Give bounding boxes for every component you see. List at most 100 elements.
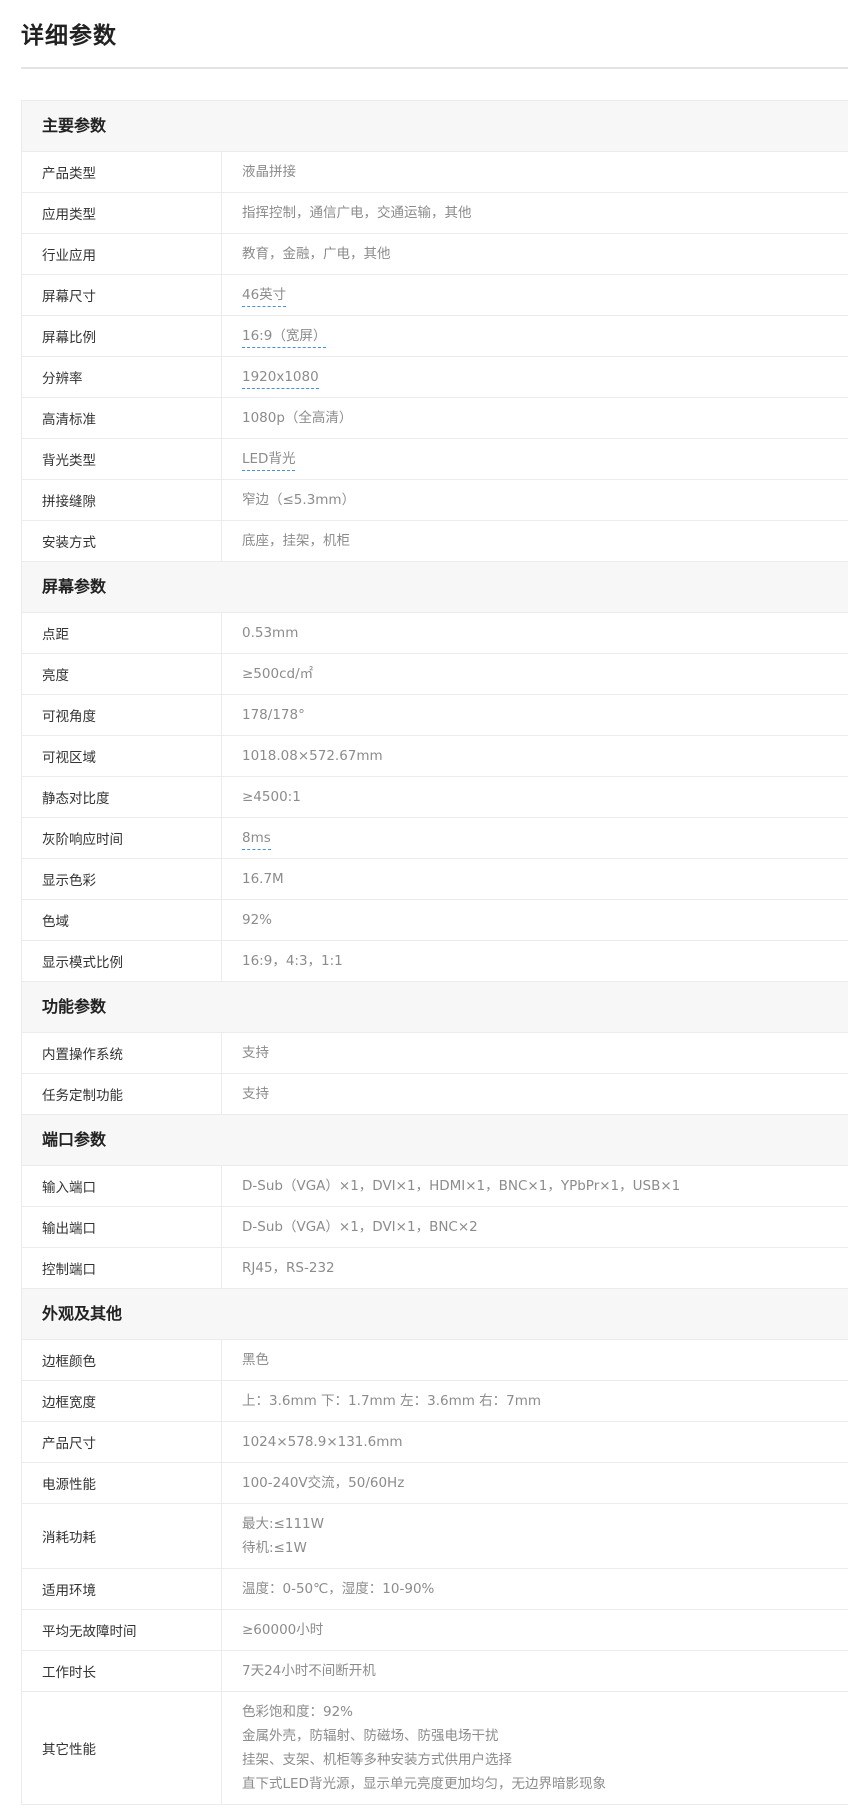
spec-value-line: 最大:≤111W xyxy=(242,1516,324,1532)
spec-row: 可视角度 178/178° xyxy=(22,695,848,736)
spec-value-line: ≥60000小时 xyxy=(242,1622,324,1638)
spec-row: 屏幕尺寸 46英寸 xyxy=(22,275,848,316)
spec-row: 背光类型 LED背光 xyxy=(22,439,848,480)
spec-row: 高清标准 1080p（全高清） xyxy=(22,398,848,439)
spec-value: 178/178° xyxy=(222,695,848,735)
spec-table: 主要参数 产品类型 液晶拼接应用类型 指挥控制，通信广电，交通运输，其他行业应用 教育，… xyxy=(21,100,848,1805)
spec-row: 电源性能 100-240V交流，50/60Hz xyxy=(22,1463,848,1504)
spec-row: 边框颜色 黑色 xyxy=(22,1340,848,1381)
spec-label: 输出端口 xyxy=(22,1207,222,1247)
spec-row: 产品尺寸 1024×578.9×131.6mm xyxy=(22,1422,848,1463)
spec-value-line: 液晶拼接 xyxy=(242,164,296,180)
spec-label: 显示模式比例 xyxy=(22,941,222,981)
spec-value: 底座，挂架，机柜 xyxy=(222,521,848,561)
spec-row: 适用环境 温度：0-50℃，湿度：10-90% xyxy=(22,1569,848,1610)
spec-value: ≥4500:1 xyxy=(222,777,848,817)
spec-row: 色域 92% xyxy=(22,900,848,941)
spec-value: 1920x1080 xyxy=(222,357,848,397)
spec-label: 色域 xyxy=(22,900,222,940)
spec-label: 亮度 xyxy=(22,654,222,694)
spec-value-line: 1018.08×572.67mm xyxy=(242,748,383,764)
spec-value: 最大:≤111W 待机:≤1W xyxy=(222,1504,848,1568)
spec-value-link[interactable]: 1920x1080 xyxy=(242,366,319,389)
spec-row: 分辨率 1920x1080 xyxy=(22,357,848,398)
spec-row: 显示色彩 16.7M xyxy=(22,859,848,900)
spec-value-line: ≥4500:1 xyxy=(242,789,301,805)
spec-value-line: 1080p（全高清） xyxy=(242,410,353,426)
spec-label: 产品尺寸 xyxy=(22,1422,222,1462)
spec-label: 高清标准 xyxy=(22,398,222,438)
spec-value: 8ms xyxy=(222,818,848,858)
spec-label: 平均无故障时间 xyxy=(22,1610,222,1650)
spec-value: 7天24小时不间断开机 xyxy=(222,1651,848,1691)
spec-label: 产品类型 xyxy=(22,152,222,192)
spec-value-line: 92% xyxy=(242,912,273,928)
spec-label: 任务定制功能 xyxy=(22,1074,222,1114)
spec-value-line: 指挥控制，通信广电，交通运输，其他 xyxy=(242,205,472,221)
spec-value: 指挥控制，通信广电，交通运输，其他 xyxy=(222,193,848,233)
spec-row: 内置操作系统 支持 xyxy=(22,1033,848,1074)
spec-label: 应用类型 xyxy=(22,193,222,233)
spec-label: 工作时长 xyxy=(22,1651,222,1691)
spec-value: 92% xyxy=(222,900,848,940)
spec-value: 黑色 xyxy=(222,1340,848,1380)
spec-label: 点距 xyxy=(22,613,222,653)
spec-value-line: 1024×578.9×131.6mm xyxy=(242,1434,403,1450)
spec-row: 灰阶响应时间 8ms xyxy=(22,818,848,859)
spec-value: 1024×578.9×131.6mm xyxy=(222,1422,848,1462)
spec-value-line: 待机:≤1W xyxy=(242,1540,307,1556)
spec-label: 可视区域 xyxy=(22,736,222,776)
spec-value-line: 教育，金融，广电，其他 xyxy=(242,246,391,262)
spec-value-link[interactable]: 16:9（宽屏） xyxy=(242,325,327,348)
spec-value: D-Sub（VGA）×1，DVI×1，BNC×2 xyxy=(222,1207,848,1247)
spec-value-line: 挂架、支架、机柜等多种安装方式供用户选择 xyxy=(242,1752,512,1768)
spec-label: 边框宽度 xyxy=(22,1381,222,1421)
spec-value: 教育，金融，广电，其他 xyxy=(222,234,848,274)
section-header: 屏幕参数 xyxy=(22,562,848,613)
spec-row: 可视区域 1018.08×572.67mm xyxy=(22,736,848,777)
spec-value-line: 窄边（≤5.3mm） xyxy=(242,492,356,508)
spec-value-link[interactable]: 46英寸 xyxy=(242,284,287,307)
spec-row: 拼接缝隙 窄边（≤5.3mm） xyxy=(22,480,848,521)
spec-value: 16:9（宽屏） xyxy=(222,316,848,356)
spec-row: 行业应用 教育，金融，广电，其他 xyxy=(22,234,848,275)
spec-value: 支持 xyxy=(222,1074,848,1114)
section-header: 端口参数 xyxy=(22,1115,848,1166)
spec-row: 安装方式 底座，挂架，机柜 xyxy=(22,521,848,562)
spec-row: 产品类型 液晶拼接 xyxy=(22,152,848,193)
spec-label: 内置操作系统 xyxy=(22,1033,222,1073)
spec-value-line: 直下式LED背光源，显示单元亮度更加均匀，无边界暗影现象 xyxy=(242,1776,606,1792)
section-header: 主要参数 xyxy=(22,101,848,152)
spec-label: 屏幕尺寸 xyxy=(22,275,222,315)
spec-value: 支持 xyxy=(222,1033,848,1073)
spec-value: LED背光 xyxy=(222,439,848,479)
spec-value: 16:9，4:3，1:1 xyxy=(222,941,848,981)
spec-value-line: 黑色 xyxy=(242,1352,269,1368)
spec-row: 应用类型 指挥控制，通信广电，交通运输，其他 xyxy=(22,193,848,234)
spec-value-line: 温度：0-50℃，湿度：10-90% xyxy=(242,1581,435,1597)
spec-row: 消耗功耗 最大:≤111W 待机:≤1W xyxy=(22,1504,848,1569)
section-header: 功能参数 xyxy=(22,982,848,1033)
spec-label: 背光类型 xyxy=(22,439,222,479)
spec-value-link[interactable]: LED背光 xyxy=(242,448,296,471)
spec-value: 16.7M xyxy=(222,859,848,899)
spec-value: RJ45，RS-232 xyxy=(222,1248,848,1288)
spec-row: 点距 0.53mm xyxy=(22,613,848,654)
spec-value-line: 0.53mm xyxy=(242,625,299,641)
spec-label: 静态对比度 xyxy=(22,777,222,817)
spec-row: 静态对比度 ≥4500:1 xyxy=(22,777,848,818)
spec-value-line: 16.7M xyxy=(242,871,284,887)
spec-label: 灰阶响应时间 xyxy=(22,818,222,858)
spec-label: 消耗功耗 xyxy=(22,1504,222,1568)
spec-label: 显示色彩 xyxy=(22,859,222,899)
spec-value-link[interactable]: 8ms xyxy=(242,827,271,850)
spec-row: 屏幕比例 16:9（宽屏） xyxy=(22,316,848,357)
section-header: 外观及其他 xyxy=(22,1289,848,1340)
spec-value-line: 色彩饱和度：92% xyxy=(242,1704,354,1720)
spec-label: 输入端口 xyxy=(22,1166,222,1206)
spec-row: 显示模式比例 16:9，4:3，1:1 xyxy=(22,941,848,982)
spec-value-line: 16:9，4:3，1:1 xyxy=(242,953,343,969)
spec-value: ≥60000小时 xyxy=(222,1610,848,1650)
spec-value-line: 金属外壳，防辐射、防磁场、防强电场干扰 xyxy=(242,1728,499,1744)
spec-value: D-Sub（VGA）×1，DVI×1，HDMI×1，BNC×1，YPbPr×1，… xyxy=(222,1166,848,1206)
